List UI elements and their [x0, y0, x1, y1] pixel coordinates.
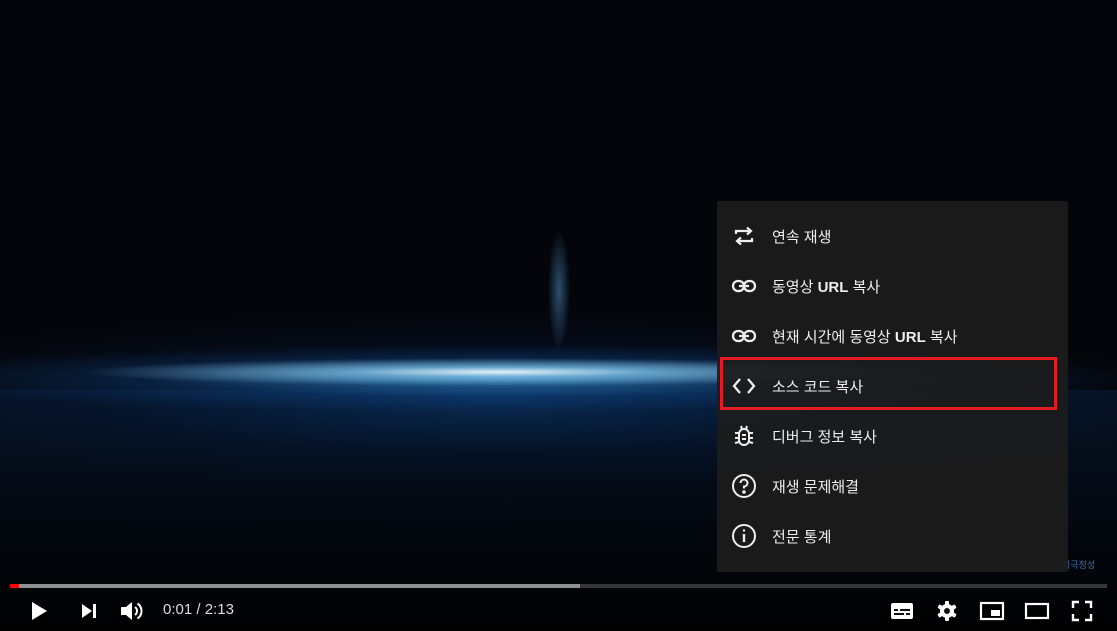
- gear-icon: [936, 600, 958, 622]
- menu-item-label: 현재 시간에 동영상 URL 복사: [772, 328, 958, 346]
- subtitles-button[interactable]: [884, 596, 920, 626]
- theater-mode-button[interactable]: [1019, 596, 1055, 626]
- progress-bar[interactable]: [10, 584, 1107, 588]
- link-icon: [730, 272, 758, 300]
- menu-item-label: 동영상 URL 복사: [772, 278, 881, 296]
- time-separator: /: [192, 601, 205, 618]
- link-icon: [730, 322, 758, 350]
- time-display: 0:01 / 2:13: [163, 601, 234, 618]
- menu-item-copy-url-at-time[interactable]: 현재 시간에 동영상 URL 복사: [717, 311, 1068, 361]
- volume-icon: [119, 599, 145, 623]
- menu-item-label: 연속 재생: [772, 228, 832, 246]
- miniplayer-button[interactable]: [974, 596, 1010, 626]
- skip-next-icon: [80, 602, 98, 620]
- subtitles-icon: [890, 601, 914, 621]
- menu-item-label: 디버그 정보 복사: [772, 428, 877, 446]
- next-button[interactable]: [71, 596, 107, 626]
- help-circle-icon: [730, 472, 758, 500]
- video-player[interactable]: 지극정성 연속 재생 동영상 URL 복사 현재 시간에 동영상 URL 복사 …: [0, 0, 1117, 631]
- fullscreen-button[interactable]: [1064, 596, 1100, 626]
- settings-button[interactable]: [929, 596, 965, 626]
- menu-item-stats-for-nerds[interactable]: 전문 통계: [717, 511, 1068, 561]
- highlight-annotation-box: [720, 357, 1057, 410]
- menu-item-label: 전문 통계: [772, 528, 832, 546]
- theater-mode-icon: [1024, 602, 1050, 620]
- menu-item-label: 재생 문제해결: [772, 478, 859, 496]
- duration: 2:13: [204, 601, 234, 618]
- menu-item-copy-debug-info[interactable]: 디버그 정보 복사: [717, 411, 1068, 461]
- miniplayer-icon: [979, 601, 1005, 621]
- info-circle-icon: [730, 522, 758, 550]
- mute-button[interactable]: [114, 596, 150, 626]
- progress-buffered: [10, 584, 581, 588]
- play-icon: [29, 600, 49, 622]
- menu-item-copy-url[interactable]: 동영상 URL 복사: [717, 261, 1068, 311]
- fullscreen-icon: [1071, 600, 1093, 622]
- current-time: 0:01: [163, 601, 193, 618]
- loop-icon: [730, 222, 758, 250]
- menu-item-troubleshoot[interactable]: 재생 문제해결: [717, 461, 1068, 511]
- light-ray: [548, 230, 570, 350]
- progress-played: [10, 584, 19, 588]
- menu-item-loop[interactable]: 연속 재생: [717, 211, 1068, 261]
- play-button[interactable]: [21, 596, 57, 626]
- bug-icon: [730, 422, 758, 450]
